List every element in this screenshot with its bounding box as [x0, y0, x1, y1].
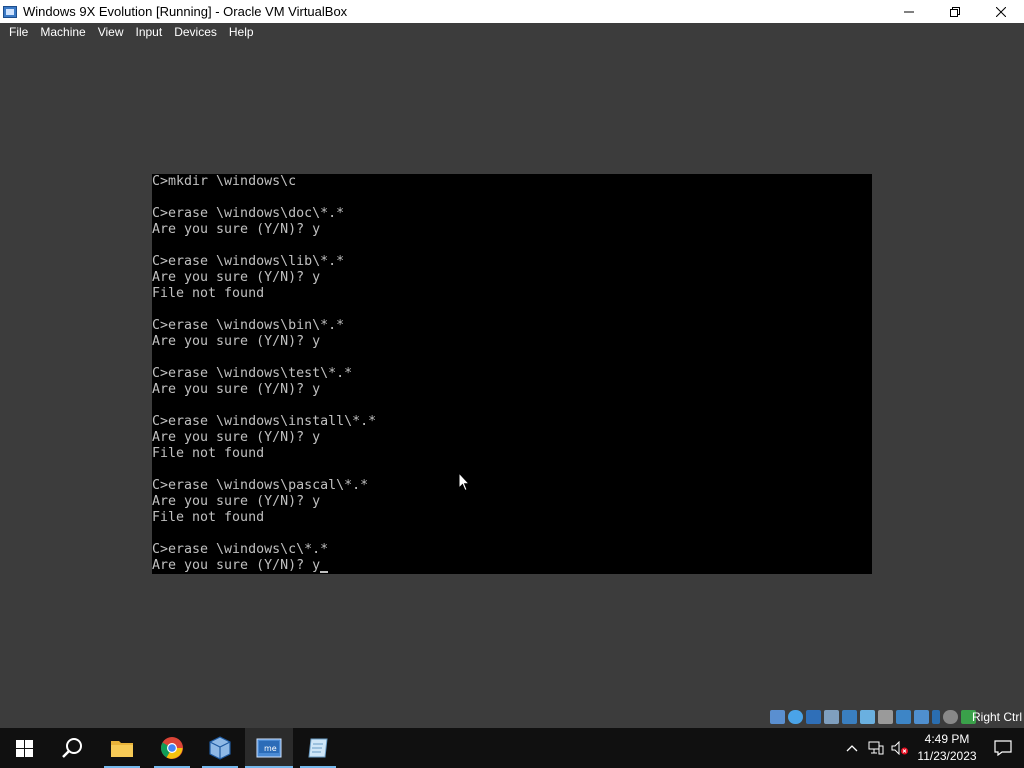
console-line: C>mkdir \windows\c: [152, 174, 297, 189]
system-tray: 4:49 PM 11/23/2023: [840, 728, 1024, 768]
video-capture-icon[interactable]: [914, 710, 929, 724]
file-explorer-button[interactable]: [98, 728, 146, 768]
speaker-muted-icon: [891, 741, 908, 755]
console-output: C>mkdir \windows\c C>erase \windows\doc\*…: [152, 174, 376, 574]
mouse-pointer-icon: [458, 472, 470, 492]
console-line: C>erase \windows\pascal\*.*: [152, 478, 369, 493]
floppy-drive-icon[interactable]: [806, 710, 821, 724]
virtualbox-icon: [209, 736, 231, 760]
shared-folders-icon[interactable]: [878, 710, 893, 724]
menu-help[interactable]: Help: [223, 23, 260, 42]
clock-date: 11/23/2023: [917, 749, 977, 763]
network-icon[interactable]: [842, 710, 857, 724]
window-titlebar[interactable]: Windows 9X Evolution [Running] - Oracle …: [0, 0, 1024, 23]
virtualbox-vm-icon: [3, 4, 19, 20]
menu-machine[interactable]: Machine: [34, 23, 91, 42]
mouse-integration-icon[interactable]: [932, 710, 940, 724]
notepad-button[interactable]: [294, 728, 342, 768]
console-line: C>erase \windows\lib\*.*: [152, 254, 345, 269]
minimize-icon: [904, 11, 914, 12]
dos-console-screen[interactable]: C>mkdir \windows\c C>erase \windows\doc\*…: [152, 174, 872, 574]
network-tray-button[interactable]: [864, 728, 888, 768]
hard-disk-icon[interactable]: [770, 710, 785, 724]
search-icon: [62, 738, 82, 758]
console-line: Are you sure (Y/N)? y: [152, 430, 321, 445]
show-hidden-icons-button[interactable]: [840, 728, 864, 768]
folder-icon: [111, 741, 133, 757]
console-line: File not found: [152, 446, 265, 461]
console-line: Are you sure (Y/N)? y: [152, 222, 321, 237]
restore-icon: [950, 6, 960, 17]
windows-taskbar: me 4:49 PM 11/23/2023: [0, 728, 1024, 768]
close-icon: [996, 6, 1006, 17]
menu-devices[interactable]: Devices: [168, 23, 223, 42]
console-line: Are you sure (Y/N)? y: [152, 270, 321, 285]
console-line: File not found: [152, 286, 265, 301]
vm-window-button[interactable]: me: [245, 728, 293, 768]
cpu-icon[interactable]: [943, 710, 958, 724]
search-button[interactable]: [48, 728, 96, 768]
console-line: Are you sure (Y/N)? y: [152, 334, 321, 349]
host-key-label[interactable]: Right Ctrl: [972, 709, 1022, 725]
window-title: Windows 9X Evolution [Running] - Oracle …: [23, 4, 348, 19]
clock-time: 4:49 PM: [924, 732, 970, 746]
notepad-icon: [308, 738, 328, 758]
device-status-icons: [770, 710, 976, 724]
windows-me-vm-icon: me: [256, 738, 282, 758]
console-line: C>erase \windows\test\*.*: [152, 366, 353, 381]
audio-icon[interactable]: [824, 710, 839, 724]
usb-icon[interactable]: [860, 710, 875, 724]
console-line: C>erase \windows\c\*.*: [152, 542, 329, 557]
menu-view[interactable]: View: [92, 23, 130, 42]
volume-tray-button[interactable]: [888, 728, 912, 768]
window-controls: [886, 0, 1024, 23]
virtualbox-manager-button[interactable]: [196, 728, 244, 768]
display-icon[interactable]: [896, 710, 911, 724]
chevron-up-icon: [846, 745, 858, 752]
console-line: C>erase \windows\install\*.*: [152, 414, 377, 429]
minimize-button[interactable]: [886, 0, 932, 23]
action-center-button[interactable]: [982, 728, 1024, 768]
start-button[interactable]: [0, 728, 48, 768]
console-line: Are you sure (Y/N)? y: [152, 558, 376, 574]
menu-bar: File Machine View Input Devices Help: [0, 23, 1024, 42]
close-button[interactable]: [978, 0, 1024, 23]
console-line: File not found: [152, 510, 265, 525]
svg-text:me: me: [264, 744, 277, 753]
console-line: C>erase \windows\doc\*.*: [152, 206, 345, 221]
chrome-icon: [161, 737, 183, 759]
network-icon: [868, 741, 884, 755]
optical-drive-icon[interactable]: [788, 710, 803, 724]
console-line: C>erase \windows\bin\*.*: [152, 318, 345, 333]
menu-file[interactable]: File: [3, 23, 34, 42]
menu-input[interactable]: Input: [130, 23, 169, 42]
text-cursor: [320, 571, 329, 573]
console-line: Are you sure (Y/N)? y: [152, 494, 321, 509]
notification-icon: [994, 740, 1012, 756]
restore-button[interactable]: [932, 0, 978, 23]
taskbar-clock[interactable]: 4:49 PM 11/23/2023: [912, 731, 982, 765]
console-line: Are you sure (Y/N)? y: [152, 382, 321, 397]
vm-status-bar: Right Ctrl: [0, 707, 1024, 727]
windows-logo-icon: [15, 739, 33, 757]
chrome-button[interactable]: [148, 728, 196, 768]
